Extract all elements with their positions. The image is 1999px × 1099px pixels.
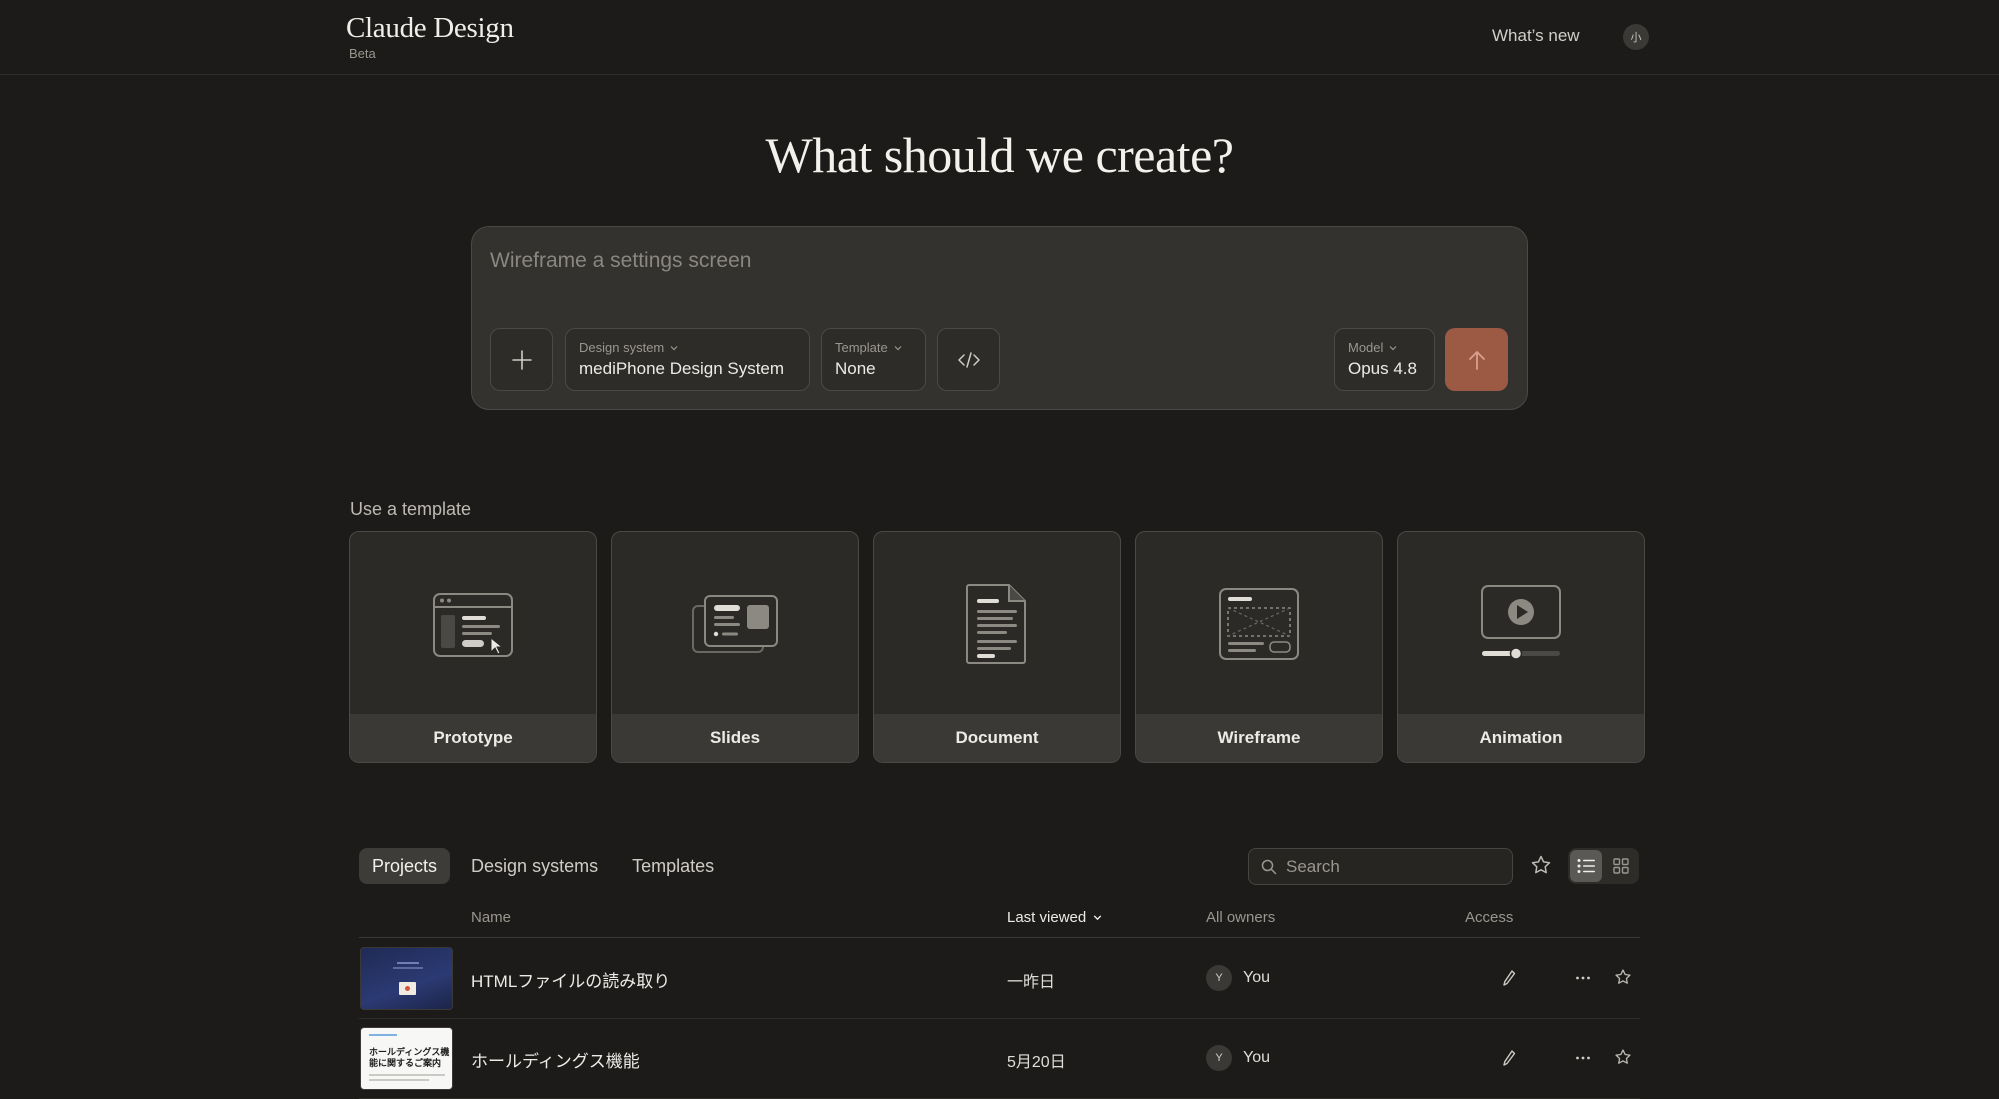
view-toggle bbox=[1568, 848, 1639, 884]
model-select[interactable]: Model Opus 4.8 bbox=[1334, 328, 1435, 391]
table-row[interactable]: ホールディングス機能に関するご案内 ホールディングス機能 5月20日 Y You bbox=[359, 1019, 1640, 1099]
template-card-label: Animation bbox=[1398, 714, 1644, 762]
prompt-composer: Design system mediPhone Design System Te… bbox=[471, 226, 1528, 410]
template-card-label: Wireframe bbox=[1136, 714, 1382, 762]
template-card-label: Slides bbox=[612, 714, 858, 762]
column-header-access: Access bbox=[1465, 909, 1514, 926]
list-icon bbox=[1577, 859, 1595, 873]
template-card-animation[interactable]: Animation bbox=[1397, 531, 1645, 763]
edit-access-icon[interactable] bbox=[1502, 969, 1516, 987]
thumbnail-preview-icon bbox=[393, 962, 423, 995]
page-title: What should we create? bbox=[765, 127, 1234, 183]
brand-beta-label: Beta bbox=[349, 46, 376, 61]
design-system-select[interactable]: Design system mediPhone Design System bbox=[565, 328, 810, 391]
chevron-down-icon bbox=[1093, 915, 1102, 921]
arrow-up-icon bbox=[1468, 350, 1485, 370]
owner-name: You bbox=[1243, 969, 1270, 986]
list-view-button[interactable] bbox=[1570, 850, 1602, 882]
send-button[interactable] bbox=[1445, 328, 1508, 391]
code-icon bbox=[957, 351, 980, 368]
document-icon bbox=[966, 584, 1026, 664]
project-thumbnail bbox=[360, 947, 453, 1010]
table-row[interactable]: HTMLファイルの読み取り 一昨日 Y You bbox=[359, 939, 1640, 1019]
search-input[interactable] bbox=[1286, 856, 1506, 877]
more-options-icon[interactable] bbox=[1575, 966, 1591, 990]
prototype-icon bbox=[433, 593, 513, 657]
design-system-label: Design system bbox=[579, 340, 665, 355]
last-viewed-date: 一昨日 bbox=[1007, 974, 1056, 991]
prompt-input[interactable] bbox=[490, 249, 1490, 273]
slides-icon bbox=[692, 595, 778, 653]
grid-icon bbox=[1613, 858, 1629, 874]
favorite-star-icon[interactable] bbox=[1614, 968, 1632, 986]
brand-title: Claude Design bbox=[346, 12, 514, 44]
top-header: Claude Design Beta What’s new 小 bbox=[0, 0, 1999, 75]
template-card-slides[interactable]: Slides bbox=[611, 531, 859, 763]
template-card-wireframe[interactable]: Wireframe bbox=[1135, 531, 1383, 763]
template-card-label: Document bbox=[874, 714, 1120, 762]
project-name: HTMLファイルの読み取り bbox=[471, 972, 671, 991]
thumbnail-line bbox=[369, 1074, 445, 1076]
more-options-icon[interactable] bbox=[1575, 1046, 1591, 1070]
owner-avatar: Y bbox=[1206, 1045, 1232, 1071]
code-mode-button[interactable] bbox=[937, 328, 1000, 391]
column-header-name[interactable]: Name bbox=[471, 909, 511, 926]
design-system-value: mediPhone Design System bbox=[579, 359, 785, 378]
owner-cell: Y You bbox=[1206, 1045, 1270, 1071]
brand[interactable]: Claude Design Beta bbox=[346, 12, 514, 61]
template-select[interactable]: Template None bbox=[821, 328, 926, 391]
star-filter-icon[interactable] bbox=[1530, 854, 1552, 876]
template-value: None bbox=[835, 359, 876, 378]
projects-tabs: Projects Design systems Templates bbox=[359, 848, 727, 884]
owner-avatar: Y bbox=[1206, 965, 1232, 991]
model-label: Model bbox=[1348, 340, 1384, 355]
search-icon bbox=[1261, 859, 1277, 874]
template-card-document[interactable]: Document bbox=[873, 531, 1121, 763]
animation-icon bbox=[1481, 585, 1561, 660]
template-card-prototype[interactable]: Prototype bbox=[349, 531, 597, 763]
column-header-last-viewed-label: Last viewed bbox=[1007, 909, 1087, 926]
chevron-down-icon bbox=[1389, 345, 1397, 350]
tab-design-systems[interactable]: Design systems bbox=[458, 848, 611, 884]
tab-projects[interactable]: Projects bbox=[359, 848, 451, 884]
user-avatar[interactable]: 小 bbox=[1623, 24, 1649, 50]
table-header: Name Last viewed All owners Access bbox=[359, 905, 1640, 938]
template-label: Template bbox=[835, 340, 888, 355]
template-card-label: Prototype bbox=[350, 714, 596, 762]
search-box bbox=[1248, 848, 1513, 885]
favorite-star-icon[interactable] bbox=[1614, 1048, 1632, 1066]
wireframe-icon bbox=[1219, 588, 1299, 660]
templates-section-label: Use a template bbox=[350, 499, 472, 519]
edit-access-icon[interactable] bbox=[1502, 1049, 1516, 1067]
project-thumbnail: ホールディングス機能に関するご案内 bbox=[360, 1027, 453, 1090]
thumbnail-title: ホールディングス機能に関するご案内 bbox=[369, 1047, 450, 1068]
column-header-owners[interactable]: All owners bbox=[1206, 909, 1275, 926]
model-value: Opus 4.8 bbox=[1348, 359, 1417, 378]
chevron-down-icon bbox=[670, 345, 678, 350]
owner-cell: Y You bbox=[1206, 965, 1270, 991]
grid-view-button[interactable] bbox=[1605, 850, 1637, 882]
thumbnail-accent bbox=[369, 1034, 397, 1036]
last-viewed-date: 5月20日 bbox=[1007, 1054, 1066, 1071]
chevron-down-icon bbox=[894, 345, 902, 350]
tab-templates[interactable]: Templates bbox=[619, 848, 727, 884]
column-header-last-viewed[interactable]: Last viewed bbox=[1007, 909, 1103, 926]
project-name: ホールディングス機能 bbox=[471, 1052, 640, 1071]
owner-name: You bbox=[1243, 1049, 1270, 1066]
plus-icon bbox=[511, 349, 532, 370]
thumbnail-line bbox=[369, 1079, 429, 1081]
whats-new-link[interactable]: What’s new bbox=[1492, 26, 1580, 46]
add-attachment-button[interactable] bbox=[490, 328, 553, 391]
